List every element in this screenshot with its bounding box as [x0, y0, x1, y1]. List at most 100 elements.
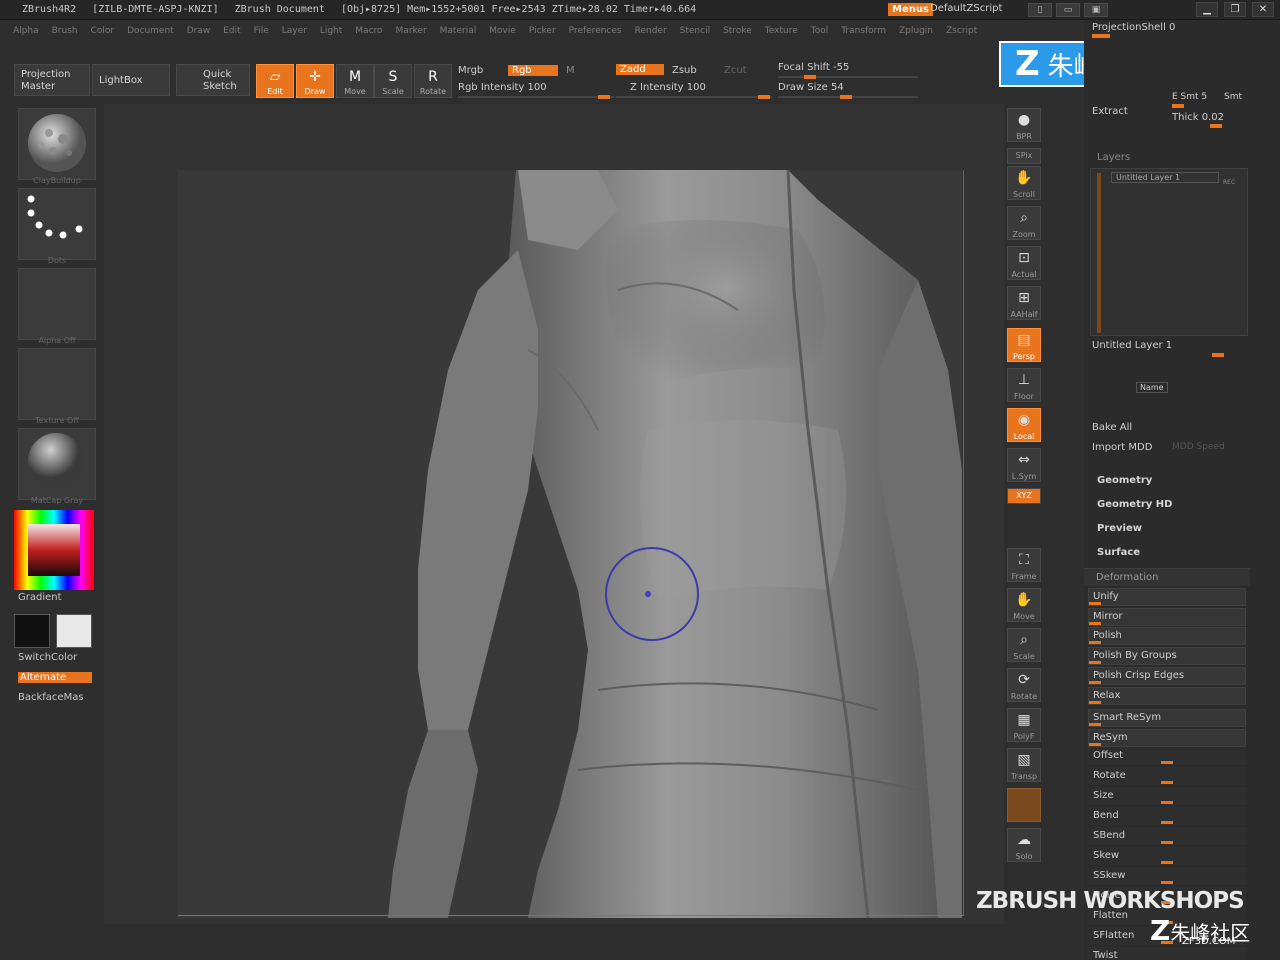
- zoom-button[interactable]: ⌕ Zoom: [1007, 206, 1041, 240]
- secondary-color-swatch[interactable]: [56, 614, 92, 648]
- zcut-button[interactable]: Zcut: [724, 65, 747, 76]
- menu-transform[interactable]: Transform: [841, 26, 886, 36]
- transp-button[interactable]: ▧ Transp: [1007, 748, 1041, 782]
- layout-icon-2[interactable]: ▭: [1056, 3, 1080, 17]
- menu-draw[interactable]: Draw: [187, 26, 211, 36]
- ghost-button[interactable]: [1007, 788, 1041, 822]
- layer-strength-knob[interactable]: [1212, 353, 1224, 357]
- menu-document[interactable]: Document: [127, 26, 174, 36]
- projection-shell-slider[interactable]: ProjectionShell 0: [1092, 22, 1175, 33]
- focal-shift-slider[interactable]: Focal Shift -55: [778, 62, 849, 73]
- alpha-thumbnail[interactable]: [18, 268, 96, 340]
- deform-twist[interactable]: Twist: [1088, 947, 1246, 960]
- scroll-button[interactable]: ✋ Scroll: [1007, 166, 1041, 200]
- menu-color[interactable]: Color: [91, 26, 115, 36]
- menu-texture[interactable]: Texture: [765, 26, 798, 36]
- deform-sskew[interactable]: SSkew: [1088, 867, 1246, 885]
- deform-smart-resym[interactable]: Smart ReSym: [1088, 709, 1246, 727]
- menu-marker[interactable]: Marker: [396, 26, 427, 36]
- projection-shell-knob[interactable]: [1092, 34, 1110, 38]
- deform-knob[interactable]: [1161, 861, 1173, 864]
- layout-icon-1[interactable]: ▯: [1028, 3, 1052, 17]
- deform-polish-crisp-edges[interactable]: Polish Crisp Edges: [1088, 667, 1246, 685]
- layers-list[interactable]: Untitled Layer 1 REC: [1090, 168, 1248, 336]
- polyf-button[interactable]: ▦ PolyF: [1007, 708, 1041, 742]
- mrgb-button[interactable]: Mrgb: [458, 65, 483, 76]
- scale-button[interactable]: S Scale: [374, 64, 412, 98]
- deform-sbend[interactable]: SBend: [1088, 827, 1246, 845]
- z-intensity-knob[interactable]: [758, 95, 770, 99]
- bpr-button[interactable]: ● BPR: [1007, 108, 1041, 142]
- menu-material[interactable]: Material: [440, 26, 477, 36]
- zadd-button[interactable]: Zadd: [616, 64, 664, 75]
- menu-zscript[interactable]: Zscript: [946, 26, 977, 36]
- backface-mask-button[interactable]: BackfaceMas: [18, 692, 84, 703]
- menu-macro[interactable]: Macro: [355, 26, 382, 36]
- deform-skew[interactable]: Skew: [1088, 847, 1246, 865]
- layer-slot-1[interactable]: Untitled Layer 1: [1111, 172, 1219, 183]
- move-button[interactable]: ✋ Move: [1007, 588, 1041, 622]
- surface-menu[interactable]: Surface: [1097, 547, 1140, 558]
- actual-button[interactable]: ⊡ Actual: [1007, 246, 1041, 280]
- lsym-button[interactable]: ⇔ L.Sym: [1007, 448, 1041, 482]
- projection-master-button[interactable]: Projection Master: [14, 64, 90, 96]
- deform-bend[interactable]: Bend: [1088, 807, 1246, 825]
- deform-knob[interactable]: [1161, 841, 1173, 844]
- menu-file[interactable]: File: [254, 26, 269, 36]
- deform-knob[interactable]: [1089, 661, 1101, 664]
- deform-knob[interactable]: [1161, 801, 1173, 804]
- menu-brush[interactable]: Brush: [52, 26, 78, 36]
- edit-button[interactable]: ▱ Edit: [256, 64, 294, 98]
- menu-light[interactable]: Light: [320, 26, 342, 36]
- xyz-button[interactable]: XYZ: [1007, 488, 1041, 504]
- deformation-header[interactable]: Deformation: [1084, 568, 1250, 586]
- zsub-button[interactable]: Zsub: [672, 65, 697, 76]
- layer-name-button[interactable]: Name: [1136, 382, 1168, 393]
- restore-icon[interactable]: ❐: [1224, 2, 1246, 17]
- menus-toggle-button[interactable]: Menus: [888, 3, 933, 16]
- geometry-menu[interactable]: Geometry: [1097, 475, 1152, 486]
- deform-polish[interactable]: Polish: [1088, 627, 1246, 645]
- thick-slider[interactable]: Thick 0.02: [1172, 112, 1224, 123]
- scale-button[interactable]: ⌕ Scale: [1007, 628, 1041, 662]
- focal-shift-track[interactable]: [778, 76, 918, 78]
- rgb-button[interactable]: Rgb: [508, 65, 558, 76]
- main-color-swatch[interactable]: [14, 614, 50, 648]
- deform-mirror[interactable]: Mirror: [1088, 608, 1246, 626]
- extract-button[interactable]: Extract: [1092, 106, 1128, 117]
- rotate-button[interactable]: ⟳ Rotate: [1007, 668, 1041, 702]
- move-button[interactable]: M Move: [336, 64, 374, 98]
- draw-size-slider[interactable]: Draw Size 54: [778, 82, 844, 93]
- deform-knob[interactable]: [1089, 701, 1101, 704]
- quick-sketch-button[interactable]: Quick Sketch: [176, 64, 250, 96]
- deform-relax[interactable]: Relax: [1088, 687, 1246, 705]
- deform-knob[interactable]: [1089, 641, 1101, 644]
- color-saturation-box[interactable]: [28, 524, 80, 576]
- local-button[interactable]: ◉ Local: [1007, 408, 1041, 442]
- menu-render[interactable]: Render: [635, 26, 667, 36]
- bake-all-button[interactable]: Bake All: [1092, 422, 1132, 433]
- switchcolor-button[interactable]: SwitchColor: [18, 652, 77, 663]
- solo-button[interactable]: ☁ Solo: [1007, 828, 1041, 862]
- stroke-thumbnail[interactable]: [18, 188, 96, 260]
- close-icon[interactable]: ✕: [1252, 2, 1274, 17]
- frame-button[interactable]: ⛶ Frame: [1007, 548, 1041, 582]
- deform-knob[interactable]: [1161, 821, 1173, 824]
- rgb-intensity-slider[interactable]: Rgb Intensity 100: [458, 82, 547, 93]
- deform-knob[interactable]: [1089, 622, 1101, 625]
- brush-thumbnail[interactable]: [18, 108, 96, 180]
- mdd-speed-slider[interactable]: MDD Speed: [1172, 442, 1225, 452]
- deform-size[interactable]: Size: [1088, 787, 1246, 805]
- menu-zplugin[interactable]: Zplugin: [899, 26, 933, 36]
- deform-knob[interactable]: [1089, 681, 1101, 684]
- menu-tool[interactable]: Tool: [811, 26, 828, 36]
- focal-shift-knob[interactable]: [804, 75, 816, 79]
- s-smt-slider[interactable]: Smt: [1224, 92, 1242, 102]
- aahalf-button[interactable]: ⊞ AAHalf: [1007, 286, 1041, 320]
- deform-polish-by-groups[interactable]: Polish By Groups: [1088, 647, 1246, 665]
- menu-picker[interactable]: Picker: [529, 26, 556, 36]
- z-intensity-slider[interactable]: Z Intensity 100: [630, 82, 706, 93]
- deform-resym[interactable]: ReSym: [1088, 729, 1246, 747]
- thick-knob[interactable]: [1210, 124, 1222, 128]
- e-smt-slider[interactable]: E Smt 5: [1172, 92, 1207, 102]
